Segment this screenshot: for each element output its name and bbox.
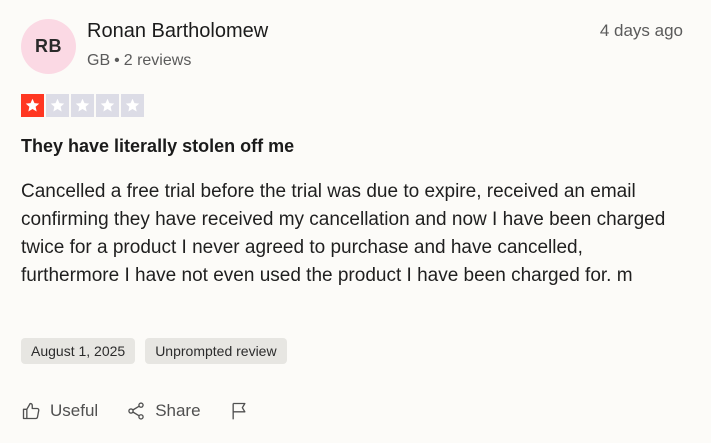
reviewer-meta: GB • 2 reviews <box>87 52 191 70</box>
review-body: Cancelled a free trial before the trial … <box>21 181 666 286</box>
date-of-experience-tag: August 1, 2025 <box>21 338 136 364</box>
review-posted-time: 4 days ago <box>599 21 683 40</box>
star-icon <box>121 94 144 117</box>
flag-icon <box>232 402 246 420</box>
avatar-initials: RB <box>35 36 62 56</box>
reviewer-country: GB <box>87 52 111 69</box>
star-rating <box>21 94 144 117</box>
review-title: They have literally stolen off me <box>21 136 295 156</box>
share-icon <box>128 402 144 420</box>
thumbs-up-icon <box>22 402 40 420</box>
reviewer-name[interactable]: Ronan Bartholomew <box>87 20 268 43</box>
star-icon <box>46 94 69 117</box>
reviewer-review-count: 2 reviews <box>123 52 192 69</box>
review-type-tag: Unprompted review <box>145 338 287 364</box>
share-button[interactable]: Share <box>126 401 201 421</box>
star-icon <box>96 94 119 117</box>
report-button[interactable] <box>229 401 249 421</box>
star-icon <box>71 94 94 117</box>
star-icon <box>21 94 44 117</box>
share-label: Share <box>155 401 201 420</box>
review-actions: Useful Share <box>21 401 277 421</box>
useful-button[interactable]: Useful <box>21 401 98 421</box>
avatar[interactable]: RB <box>21 19 76 74</box>
review-tags: August 1, 2025 Unprompted review <box>21 338 287 364</box>
useful-label: Useful <box>50 401 99 420</box>
separator-dot: • <box>114 52 120 69</box>
